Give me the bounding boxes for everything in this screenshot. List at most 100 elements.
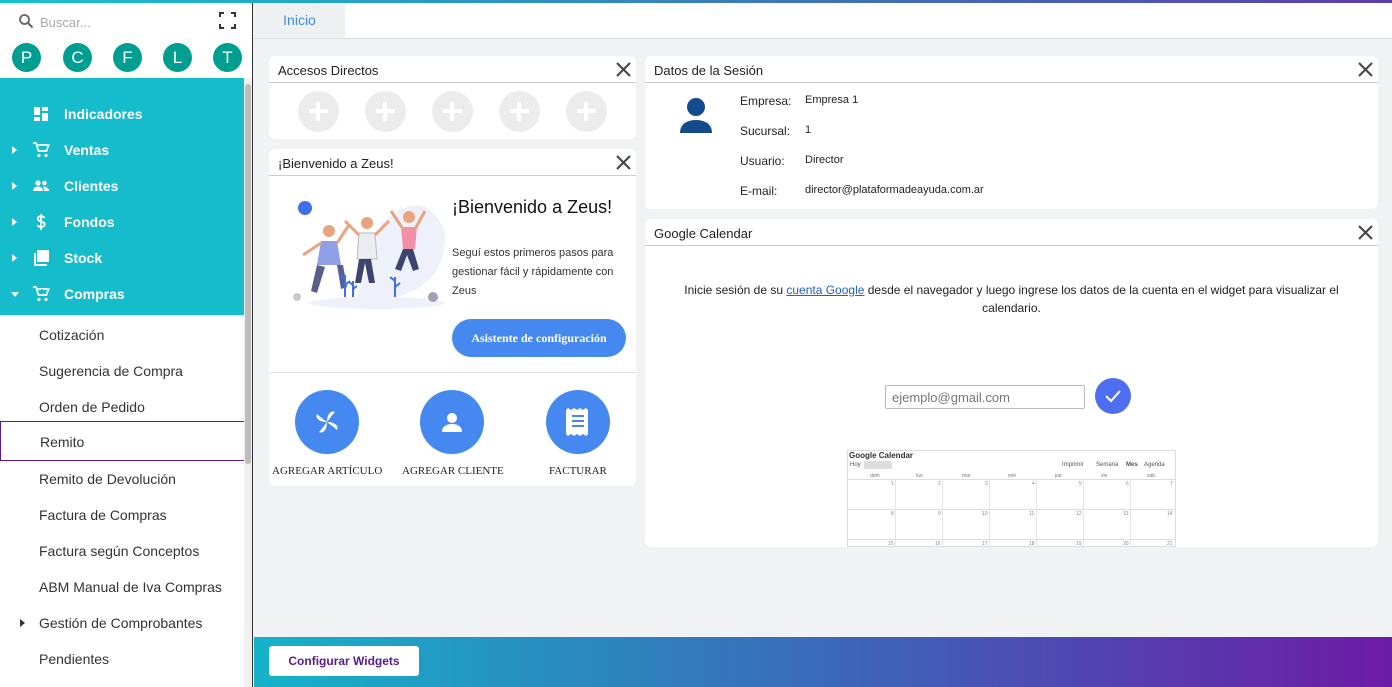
day-number: 18 [1029,541,1035,547]
submenu-item-sugerencia[interactable]: Sugerencia de Compra [0,353,244,389]
configure-widgets-button[interactable]: Configurar Widgets [269,646,419,676]
fullscreen-icon[interactable] [219,12,236,29]
invoice-button[interactable] [546,390,610,454]
search-row [0,3,252,39]
welcome-illustration [293,201,446,309]
day-number: 16 [935,541,941,547]
bottom-bar: Configurar Widgets [254,637,1392,687]
calendar-grid: dom lun mar mié jue vie sáb 1 2 3 4 5 6 … [848,473,1175,547]
chevron-right-icon [12,182,17,190]
add-shortcut-button[interactable] [365,91,406,132]
day-number: 21 [1167,541,1173,547]
user-avatar-icon [680,98,712,133]
calendar-preview: Google Calendar Hoy Imprimir Semana Mes … [847,450,1176,547]
submenu-item-gestion-comprobantes[interactable]: Gestión de Comprobantes [0,605,244,641]
day-number: 1 [891,481,894,487]
submenu-item-label: Pendientes [39,651,110,667]
menu-item-indicadores[interactable]: Indicadores [0,96,244,132]
add-shortcut-button[interactable] [566,91,607,132]
add-client-label: AGREGAR CLIENTE [402,465,504,477]
receipt-icon [566,408,588,436]
submenu-item-remito[interactable]: Remito [0,421,252,461]
grid-line [895,479,896,546]
menu-item-label: Fondos [64,214,115,230]
sidebar: P C F L T Indicadores Ventas Clientes Fo… [0,3,253,687]
card-header: Google Calendar [645,219,1378,246]
main-menu: Indicadores Ventas Clientes Fondos Stock… [0,78,244,315]
usuario-label: Usuario: [740,154,785,168]
message-text: Inicie sesión de su [684,283,787,297]
gmail-input[interactable] [885,385,1085,409]
confirm-email-button[interactable] [1095,378,1131,414]
add-shortcut-button[interactable] [432,91,473,132]
avatar-f[interactable]: F [113,43,142,72]
avatar-l[interactable]: L [163,43,192,72]
submenu-item-cotizacion[interactable]: Cotización [0,317,244,353]
submenu-item-remito-devolucion[interactable]: Remito de Devolución [0,461,244,497]
add-shortcut-button[interactable] [499,91,540,132]
close-icon[interactable] [1357,61,1374,78]
menu-item-compras[interactable]: Compras [0,276,244,312]
submenu-item-orden-pedido[interactable]: Orden de Pedido [0,389,244,425]
avatar-t[interactable]: T [213,43,242,72]
cart-plus-icon [33,286,50,302]
calendar-today-button: Hoy [850,462,861,468]
day-number: 20 [1123,541,1129,547]
divider [269,372,636,373]
menu-item-stock[interactable]: Stock [0,240,244,276]
submenu-item-label: Sugerencia de Compra [39,363,183,379]
submenu-item-abm-iva[interactable]: ABM Manual de Iva Compras [0,569,244,605]
grid-line [1130,479,1131,546]
calendar-print-button: Imprimir [1062,462,1084,468]
chevron-right-icon [12,146,17,154]
chevron-right-icon [12,218,17,226]
submenu-item-factura-conceptos[interactable]: Factura según Conceptos [0,533,244,569]
menu-item-fondos[interactable]: Fondos [0,204,244,240]
welcome-heading: ¡Bienvenido a Zeus! [452,197,613,217]
close-icon[interactable] [615,154,632,171]
calendar-nav-arrows [864,461,892,469]
search-input[interactable] [40,11,200,33]
submenu-item-label: Factura de Compras [39,507,167,523]
person-icon [442,413,462,432]
search-icon [19,14,34,29]
card-title: Google Calendar [654,226,753,241]
scrollbar-thumb[interactable] [245,84,251,464]
pinwheel-icon [316,411,338,433]
card-header: Accesos Directos [269,56,636,83]
chevron-right-icon [20,619,25,627]
submenu-item-factura-compras[interactable]: Factura de Compras [0,497,244,533]
google-calendar-message: Inicie sesión de su cuenta Google desde … [655,281,1368,317]
google-account-link[interactable]: cuenta Google [786,283,864,297]
close-icon[interactable] [615,61,632,78]
cart-icon [33,142,50,158]
sidebar-scrollbar[interactable] [244,78,252,687]
session-card: Datos de la Sesión Empresa: Empresa 1 Su… [645,56,1378,209]
google-calendar-card: Google Calendar Inicie sesión de su cuen… [645,219,1378,547]
avatar-c[interactable]: C [63,43,92,72]
submenu-item-label: Orden de Pedido [39,399,145,415]
submenu-item-label: Factura según Conceptos [39,543,200,559]
add-article-button[interactable] [295,390,359,454]
sucursal-value: 1 [805,124,812,136]
close-icon[interactable] [1357,224,1374,241]
empresa-label: Empresa: [740,94,792,108]
submenu-item-pendientes[interactable]: Pendientes [0,641,244,677]
submenu-item-label: ABM Manual de Iva Compras [39,579,222,595]
tab-inicio[interactable]: Inicio [254,3,345,38]
submenu-item-label: Remito [40,434,85,450]
chevron-right-icon [12,254,17,262]
calendar-preview-title: Google Calendar [849,451,914,460]
menu-item-ventas[interactable]: Ventas [0,132,244,168]
add-shortcut-button[interactable] [298,91,339,132]
menu-item-clientes[interactable]: Clientes [0,168,244,204]
day-number: 19 [1076,541,1082,547]
setup-wizard-button[interactable]: Asistente de configuración [452,319,626,357]
grid-line [848,509,1175,510]
add-client-button[interactable] [420,390,484,454]
dashboard-icon [34,107,48,121]
day-number: 4 [1032,481,1035,487]
avatar-p[interactable]: P [12,43,41,72]
chevron-down-icon [11,292,19,297]
grid-line [942,479,943,546]
